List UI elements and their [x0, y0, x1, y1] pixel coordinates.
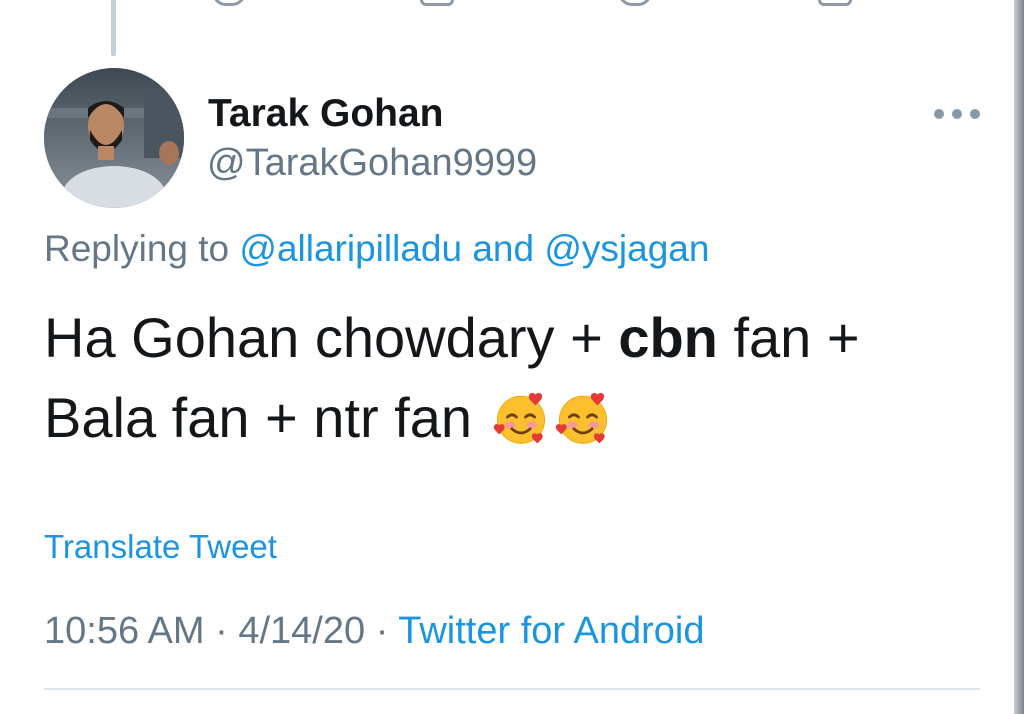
tweet-metadata: 10:56 AM · 4/14/20 · Twitter for Android [44, 610, 704, 653]
display-name[interactable]: Tarak Gohan [208, 92, 444, 136]
tweet-text: Ha Gohan chowdary + cbn fan + Bala fan +… [44, 298, 944, 458]
tweet-time: 10:56 AM [44, 610, 205, 652]
tweet-date: 4/14/20 [238, 610, 366, 652]
replying-prefix: Replying to [44, 228, 240, 269]
meta-separator: · [365, 610, 399, 652]
smiling-face-with-hearts-icon [493, 392, 545, 444]
reply-icon[interactable] [212, 0, 246, 6]
more-options-button[interactable] [934, 104, 980, 124]
share-icon[interactable] [818, 0, 852, 6]
tweet-text-bold: cbn [618, 306, 718, 369]
reply-and-text: and [462, 228, 545, 269]
avatar-image [44, 68, 184, 208]
more-icon-dot [952, 109, 962, 119]
reply-mention-link[interactable]: @ysjagan [544, 228, 709, 269]
user-handle[interactable]: @TarakGohan9999 [207, 142, 537, 185]
meta-separator: · [204, 610, 239, 652]
tweet-screenshot: Tarak Gohan @TarakGohan9999 Replying to … [0, 0, 1024, 714]
more-icon-dot [970, 109, 980, 119]
reply-mention-link[interactable]: @allaripilladu [239, 228, 462, 269]
thread-connector-line [111, 0, 116, 56]
retweet-icon[interactable] [420, 0, 454, 6]
divider [44, 688, 980, 690]
more-icon-dot [934, 109, 944, 119]
tweet-source-link[interactable]: Twitter for Android [398, 610, 704, 652]
replying-to-line: Replying to @allaripilladu and @ysjagan [44, 228, 709, 270]
avatar[interactable] [44, 68, 184, 208]
screen-bezel-edge [1014, 0, 1024, 714]
tweet-text-part: Ha Gohan chowdary + [44, 306, 619, 369]
smiling-face-with-hearts-icon [555, 392, 607, 444]
translate-tweet-link[interactable]: Translate Tweet [44, 528, 277, 566]
like-icon[interactable] [618, 0, 652, 6]
